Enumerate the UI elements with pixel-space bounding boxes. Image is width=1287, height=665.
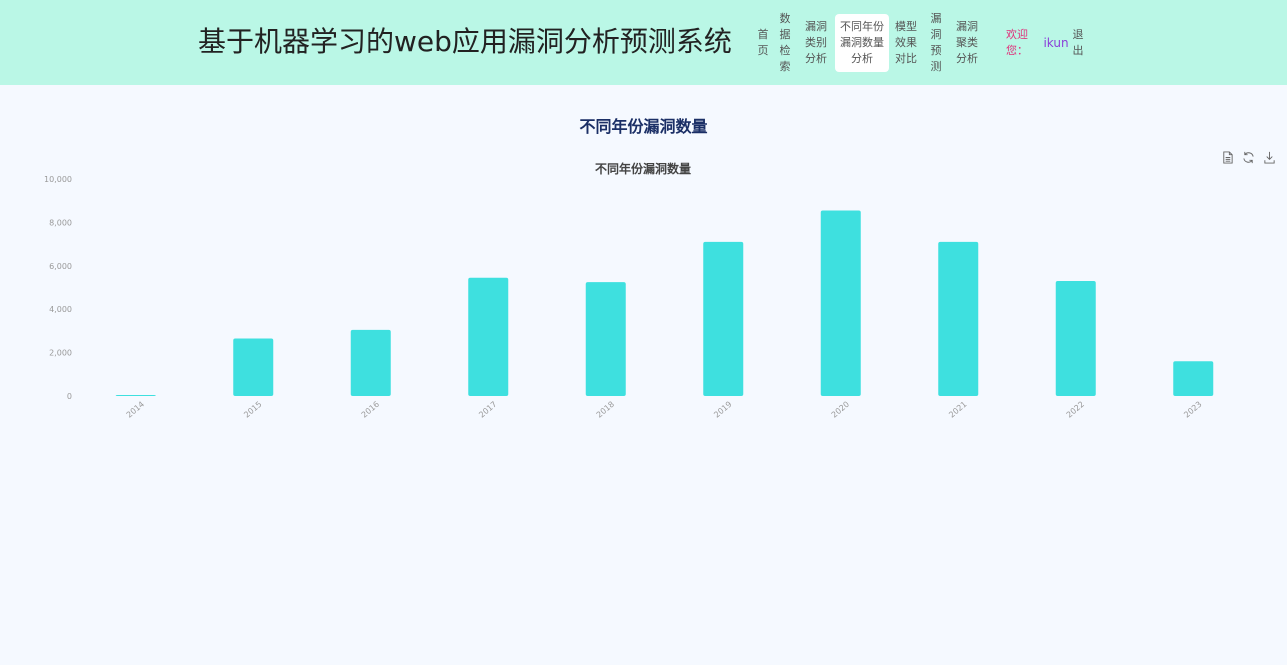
bar-2021[interactable]	[938, 241, 979, 396]
welcome-label: 您：	[1006, 44, 1028, 57]
x-tick-label: 2019	[712, 400, 733, 420]
nav-item-label: 类别	[805, 36, 827, 49]
welcome-label: 欢迎	[1006, 28, 1028, 41]
bar-2023[interactable]	[1173, 361, 1214, 396]
main-content: 不同年份漏洞数量 不同年份漏洞数量 0 2,000 4,000 6,000 8,000 10…	[0, 85, 1287, 665]
nav-item-label: 效果	[895, 36, 917, 49]
welcome-text: 欢迎您：	[1002, 12, 1032, 74]
y-tick-label: 10,000	[44, 175, 72, 184]
nav-item-label: 对比	[895, 52, 917, 65]
bar-2014[interactable]	[115, 395, 156, 396]
top-header: 基于机器学习的web应用漏洞分析预测系统 首页数据检索漏洞 类别 分析 不同年份 漏洞数…	[0, 0, 1287, 85]
nav-item-home[interactable]: 首页	[752, 12, 774, 74]
x-tick-label: 2018	[595, 400, 616, 420]
nav-item-label: 索	[779, 60, 791, 73]
logout-button[interactable]: 退出	[1070, 12, 1086, 74]
x-tick-label: 2022	[1065, 400, 1086, 420]
x-tick-label: 2021	[947, 400, 968, 420]
bar-chart: 不同年份漏洞数量 0 2,000 4,000 6,000 8,000 10,000 2014 2…	[44, 161, 1214, 420]
bar-2018[interactable]	[585, 282, 626, 396]
nav-item-label: 检	[779, 44, 791, 57]
logout-label: 退	[1072, 28, 1084, 41]
chart-container: 不同年份漏洞数量 0 2,000 4,000 6,000 8,000 10,000 2014 2…	[0, 145, 1287, 445]
nav-item-label: 页	[757, 44, 769, 57]
y-tick-label: 4,000	[49, 305, 72, 314]
nav-item-vuln-year[interactable]: 不同年份漏洞数量分析	[835, 14, 889, 72]
bar-2022[interactable]	[1055, 280, 1096, 396]
site-title: 基于机器学习的web应用漏洞分析预测系统	[198, 25, 732, 58]
y-tick-label: 0	[67, 392, 72, 401]
y-tick-label: 6,000	[49, 262, 72, 271]
x-tick-label: 2014	[125, 400, 146, 420]
nav-item-vuln-cluster[interactable]: 漏洞 聚类 分析	[950, 12, 984, 74]
nav-item-label: 分析	[956, 52, 978, 65]
nav-item-data-search[interactable]: 数据检索	[776, 12, 794, 74]
nav-item-label: 据	[779, 28, 791, 41]
nav-item-label: 不同年份	[840, 20, 884, 33]
nav-item-label: 漏洞	[805, 20, 827, 33]
nav-item-vuln-type[interactable]: 漏洞 类别 分析	[800, 12, 832, 74]
bar-2016[interactable]	[350, 329, 391, 396]
x-tick-label: 2015	[242, 400, 263, 420]
nav-item-label: 分析	[805, 52, 827, 65]
nav-item-label: 聚类	[956, 36, 978, 49]
nav-item-label: 分析	[851, 52, 873, 65]
nav-item-label: 漏洞	[956, 20, 978, 33]
bar-2019[interactable]	[703, 241, 744, 396]
nav-item-vuln-predict[interactable]: 漏洞预测	[926, 12, 946, 74]
nav-item-label: 洞	[930, 28, 942, 41]
nav-item-label: 测	[930, 60, 942, 73]
x-tick-label: 2017	[477, 400, 498, 420]
nav-item-label: 预	[930, 44, 942, 57]
bar-2015[interactable]	[233, 338, 274, 396]
nav-item-label: 模型	[895, 20, 917, 33]
bar-2020[interactable]	[820, 210, 861, 396]
page-heading: 不同年份漏洞数量	[579, 117, 708, 136]
nav-item-label: 漏	[930, 12, 942, 25]
username[interactable]: ikun	[1040, 12, 1072, 74]
x-tick-label: 2023	[1182, 400, 1203, 420]
x-tick-label: 2016	[360, 400, 381, 420]
nav-item-model-compare[interactable]: 模型 效果 对比	[891, 12, 921, 74]
nav-item-label: 数	[779, 12, 791, 25]
chart-title: 不同年份漏洞数量	[595, 161, 691, 176]
nav-item-label: 漏洞数量	[840, 36, 884, 49]
nav-item-label: 首	[757, 28, 769, 41]
x-tick-label: 2020	[830, 400, 851, 420]
y-tick-label: 2,000	[49, 349, 72, 358]
bar-2017[interactable]	[468, 277, 509, 396]
y-tick-label: 8,000	[49, 218, 72, 227]
logout-label: 出	[1072, 44, 1084, 57]
